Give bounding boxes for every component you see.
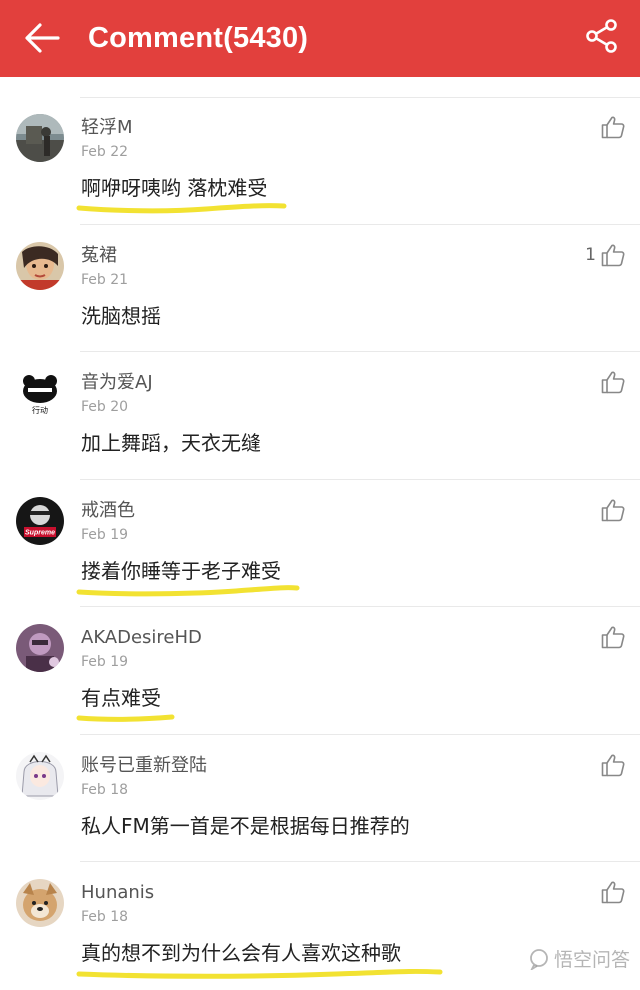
comment-date: Feb 19 <box>81 654 129 670</box>
thumbs-up-icon <box>601 244 625 266</box>
avatar[interactable]: 行动 <box>16 369 64 417</box>
comment-item: 菟裙 Feb 21 洗脑想摇 1 <box>0 225 640 353</box>
avatar-image <box>16 241 64 290</box>
comment-date: Feb 21 <box>81 271 129 288</box>
arrow-left-icon <box>25 23 60 53</box>
avatar[interactable]: Supreme <box>16 496 64 545</box>
like-button[interactable]: 1 <box>585 241 626 269</box>
comment-item: 行动 音为爱AJ Feb 20 加上舞蹈，天衣无缝 <box>0 352 640 480</box>
thumbs-up-icon <box>601 754 625 776</box>
thumbs-up-icon <box>601 116 625 139</box>
share-icon <box>586 19 617 53</box>
like-button[interactable] <box>596 368 626 396</box>
avatar-image: Supreme <box>16 496 64 545</box>
like-button[interactable] <box>596 751 626 779</box>
app-header: Comment(5430) <box>0 0 640 77</box>
avatar-caption: 行动 <box>32 405 48 415</box>
comment-username[interactable]: 轻浮M <box>81 116 133 140</box>
comment-item: 轻浮M Feb 22 啊咿呀咦哟 落枕难受 <box>0 97 640 225</box>
comment-text: 搂着你睡等于老子难受 <box>81 558 281 583</box>
thumbs-up-icon <box>601 499 625 521</box>
avatar-image: 行动 <box>16 369 64 417</box>
share-button[interactable] <box>584 18 620 54</box>
thumbs-up-icon <box>601 626 625 649</box>
page-title: Comment(5430) <box>88 22 309 54</box>
comment-text: 啊咿呀咦哟 落枕难受 <box>81 176 268 200</box>
watermark: 悟空问答 <box>528 945 630 972</box>
like-count: 1 <box>585 244 596 265</box>
comment-text: 私人FM第一首是不是根据每日推荐的 <box>81 813 410 838</box>
comment-text: 加上舞蹈，天衣无缝 <box>81 431 261 455</box>
comment-username[interactable]: 音为爱AJ <box>81 371 153 395</box>
avatar-image <box>16 624 64 672</box>
avatar[interactable] <box>16 751 64 800</box>
comment-text: 真的想不到为什么会有人喜欢这种歌 <box>81 941 401 965</box>
avatar-image <box>16 751 64 800</box>
comment-username[interactable]: 戒酒色 <box>81 499 135 523</box>
thumbs-up-icon <box>601 881 625 904</box>
speech-bubble-icon <box>530 948 548 970</box>
thumbs-up-icon <box>601 371 625 394</box>
comment-text: 有点难受 <box>81 686 161 710</box>
comment-username[interactable]: AKADesireHD <box>81 626 202 650</box>
avatar[interactable] <box>16 624 64 672</box>
comment-username[interactable]: 账号已重新登陆 <box>81 754 207 778</box>
highlight-underline <box>76 203 287 214</box>
comment-username[interactable]: Hunanis <box>81 881 154 905</box>
highlight-underline <box>76 968 443 979</box>
like-button[interactable] <box>596 623 626 651</box>
avatar[interactable] <box>16 114 64 162</box>
avatar-image <box>16 114 64 162</box>
comment-date: Feb 20 <box>81 399 129 415</box>
avatar[interactable] <box>16 879 64 927</box>
like-button[interactable] <box>596 878 626 906</box>
comment-list: 轻浮M Feb 22 啊咿呀咦哟 落枕难受 菟裙 Feb 21 洗脑想摇 1 行… <box>0 97 640 990</box>
highlight-underline <box>76 584 300 596</box>
avatar[interactable] <box>16 241 64 290</box>
comment-date: Feb 19 <box>81 526 129 543</box>
avatar-image <box>16 879 64 927</box>
comment-date: Feb 18 <box>81 781 129 798</box>
comment-item: 账号已重新登陆 Feb 18 私人FM第一首是不是根据每日推荐的 <box>0 735 640 863</box>
comment-username[interactable]: 菟裙 <box>81 244 117 268</box>
comment-item: AKADesireHD Feb 19 有点难受 <box>0 607 640 735</box>
back-button[interactable] <box>22 20 62 56</box>
like-button[interactable] <box>596 113 626 141</box>
highlight-underline <box>76 714 175 722</box>
comment-item: Supreme 戒酒色 Feb 19 搂着你睡等于老子难受 <box>0 480 640 608</box>
comment-text: 洗脑想摇 <box>81 303 161 328</box>
avatar-caption: Supreme <box>25 529 55 536</box>
like-button[interactable] <box>596 496 626 524</box>
comment-date: Feb 18 <box>81 909 129 925</box>
comment-date: Feb 22 <box>81 144 129 160</box>
watermark-text: 悟空问答 <box>553 949 630 971</box>
